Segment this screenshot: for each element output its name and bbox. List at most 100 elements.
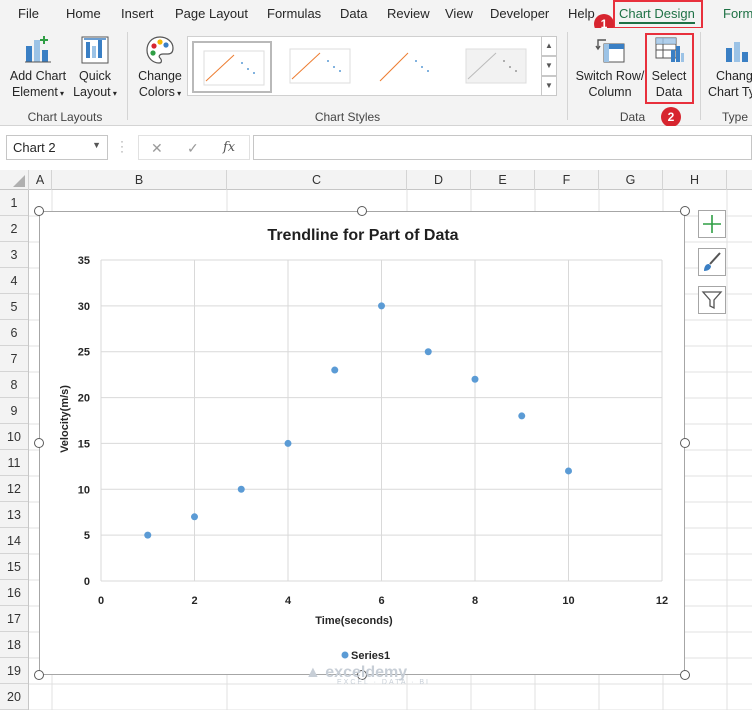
legend-label: Series1 [351, 650, 390, 662]
add-chart-element-label-2: Element [11, 85, 58, 99]
column-header-a[interactable]: A [29, 170, 52, 190]
resize-handle-top-left[interactable] [34, 206, 44, 216]
data-point[interactable] [284, 439, 292, 447]
add-chart-element-label-1: Add Chart [9, 69, 67, 83]
quick-layout-button[interactable]: Quick Layout ▾ [70, 34, 120, 102]
column-header-c[interactable]: C [227, 170, 407, 190]
row-header-20[interactable]: 20 [0, 684, 28, 710]
switch-row-column-button[interactable]: Switch Row/ Column [574, 34, 646, 100]
row-header-5[interactable]: 5 [0, 294, 28, 320]
chart-style-3-preview [379, 52, 429, 82]
chart-styles-scroll[interactable]: ▲ ▼ ▼ [541, 36, 557, 96]
column-header-g[interactable]: G [599, 170, 663, 190]
tab-insert[interactable]: Insert [121, 6, 154, 21]
row-header-19[interactable]: 19 [0, 658, 28, 684]
chart-style-1[interactable] [192, 41, 272, 93]
tab-formulas[interactable]: Formulas [267, 6, 321, 21]
row-header-3[interactable]: 3 [0, 242, 28, 268]
change-chart-type-button[interactable]: Change Chart Typ [704, 34, 752, 100]
x-axis-title[interactable]: Time(seconds) [315, 615, 393, 627]
y-tick-label: 30 [78, 301, 90, 313]
resize-handle-top-right[interactable] [680, 206, 690, 216]
insert-function-icon[interactable]: fx [223, 140, 235, 155]
cancel-icon[interactable]: ✕ [151, 140, 163, 157]
scroll-up-icon[interactable]: ▲ [541, 36, 557, 56]
row-header-8[interactable]: 8 [0, 372, 28, 398]
tab-format[interactable]: Form [723, 6, 752, 21]
chart-styles-gallery[interactable] [187, 36, 542, 96]
tab-page-layout[interactable]: Page Layout [175, 6, 248, 21]
row-header-11[interactable]: 11 [0, 450, 28, 476]
row-header-10[interactable]: 10 [0, 424, 28, 450]
row-header-16[interactable]: 16 [0, 580, 28, 606]
group-label-chart-layouts: Chart Layouts [27, 110, 103, 124]
data-point[interactable] [518, 412, 526, 420]
row-headers: 1 2 3 4 5 6 7 8 9 10 11 12 13 14 15 16 17 18 19 20 [0, 190, 29, 710]
data-point[interactable] [565, 467, 572, 475]
enter-icon[interactable]: ✓ [187, 140, 199, 157]
name-box[interactable]: Chart 2 ▼ [6, 135, 108, 160]
chart-title[interactable]: Trendline for Part of Data [267, 227, 458, 244]
column-header-b[interactable]: B [52, 170, 227, 190]
tab-review[interactable]: Review [387, 6, 430, 21]
add-chart-element-button[interactable]: Add Chart Element ▾ [6, 34, 70, 102]
scroll-down-icon[interactable]: ▼ [541, 56, 557, 76]
watermark: ▲ exceldemy EXCEL · DATA · BI [305, 664, 430, 686]
row-header-17[interactable]: 17 [0, 606, 28, 632]
row-header-14[interactable]: 14 [0, 528, 28, 554]
x-tick-label: 6 [378, 595, 384, 607]
more-styles-icon[interactable]: ▼ [541, 76, 557, 96]
x-tick-label: 0 [98, 595, 104, 607]
chart-area[interactable]: Trendline for Part of Data 0 5 10 15 20 25 30 3… [39, 211, 685, 675]
data-point[interactable] [144, 531, 152, 539]
watermark-logo-icon: ▲ [305, 664, 326, 681]
row-header-9[interactable]: 9 [0, 398, 28, 424]
row-header-12[interactable]: 12 [0, 476, 28, 502]
drag-handle-icon[interactable]: · · · [120, 135, 124, 157]
tab-home[interactable]: Home [66, 6, 101, 21]
column-header-d[interactable]: D [407, 170, 471, 190]
data-point[interactable] [191, 513, 198, 521]
column-header-f[interactable]: F [535, 170, 599, 190]
chart-style-1-preview [203, 50, 265, 86]
chart-style-3[interactable] [368, 41, 448, 93]
tab-developer[interactable]: Developer [490, 6, 549, 21]
row-header-1[interactable]: 1 [0, 190, 28, 216]
tab-view[interactable]: View [445, 6, 473, 21]
chart-style-2[interactable] [280, 41, 360, 93]
row-header-18[interactable]: 18 [0, 632, 28, 658]
select-all-corner[interactable] [0, 170, 29, 190]
column-header-e[interactable]: E [471, 170, 535, 190]
row-header-13[interactable]: 13 [0, 502, 28, 528]
legend[interactable]: Series1 [341, 650, 391, 662]
y-axis-title[interactable]: Velocity(m/s) [59, 385, 71, 453]
chart-style-4[interactable] [456, 41, 536, 93]
resize-handle-top[interactable] [357, 206, 367, 216]
resize-handle-left[interactable] [34, 438, 44, 448]
row-header-15[interactable]: 15 [0, 554, 28, 580]
change-colors-button[interactable]: Change Colors ▾ [134, 34, 186, 102]
row-header-4[interactable]: 4 [0, 268, 28, 294]
data-point[interactable] [471, 375, 479, 383]
tab-help[interactable]: Help [568, 6, 595, 21]
chart-elements-button[interactable] [698, 210, 726, 238]
formula-input[interactable] [253, 135, 752, 160]
data-point[interactable] [424, 348, 432, 356]
resize-handle-bottom-right[interactable] [680, 670, 690, 680]
chart-filters-button[interactable] [698, 286, 726, 314]
chevron-down-icon[interactable]: ▼ [92, 140, 101, 150]
tab-data[interactable]: Data [340, 6, 367, 21]
resize-handle-bottom-left[interactable] [34, 670, 44, 680]
row-header-2[interactable]: 2 [0, 216, 28, 242]
tab-file[interactable]: File [18, 6, 39, 21]
row-header-7[interactable]: 7 [0, 346, 28, 372]
row-header-6[interactable]: 6 [0, 320, 28, 346]
resize-handle-right[interactable] [680, 438, 690, 448]
data-point[interactable] [237, 485, 245, 493]
data-point[interactable] [378, 302, 385, 310]
column-header-h[interactable]: H [663, 170, 727, 190]
chart-styles-button[interactable] [698, 248, 726, 276]
ribbon: Add Chart Element ▾ Quick Layout ▾ Chart… [0, 28, 752, 126]
quick-layout-label-2: Layout [73, 85, 111, 99]
data-point[interactable] [331, 366, 339, 374]
